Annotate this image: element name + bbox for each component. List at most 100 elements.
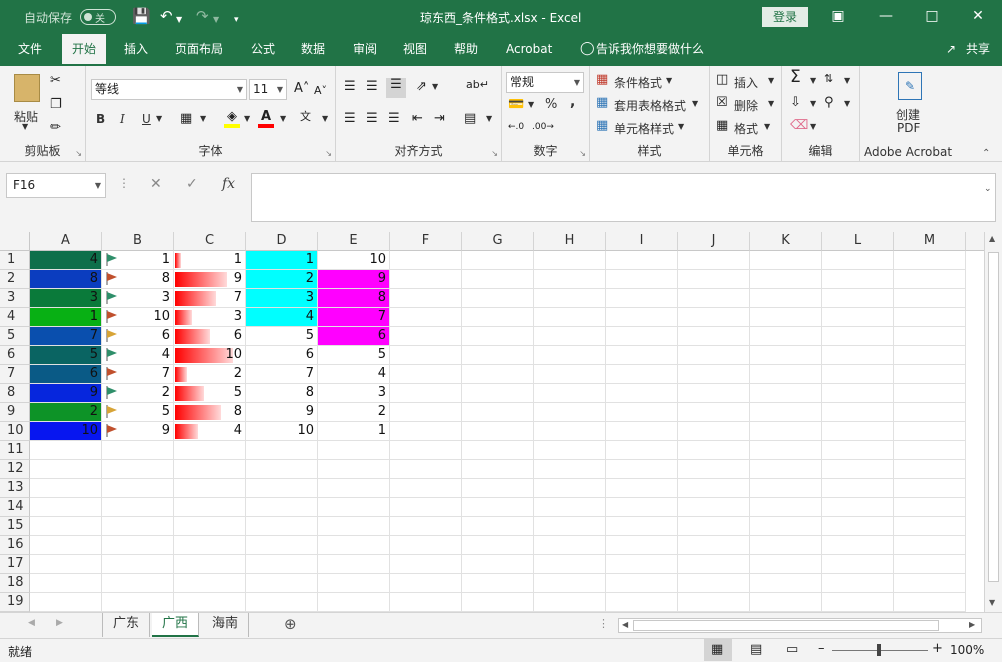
- cell-a12[interactable]: [30, 460, 102, 479]
- cell-a13[interactable]: [30, 479, 102, 498]
- column-header-k[interactable]: K: [750, 232, 822, 251]
- insert-function-icon[interactable]: fx: [222, 176, 235, 192]
- sort-filter-icon[interactable]: ⇅: [824, 72, 833, 86]
- cell-h2[interactable]: [534, 270, 606, 289]
- insert-dropdown-icon[interactable]: ▼: [768, 76, 774, 85]
- scroll-right-icon[interactable]: ▶: [969, 620, 975, 629]
- conditional-format-dropdown-icon[interactable]: ▼: [666, 76, 672, 85]
- cell-i16[interactable]: [606, 536, 678, 555]
- format-button[interactable]: 格式: [734, 120, 758, 137]
- cell-m1[interactable]: [894, 251, 966, 270]
- tab-help[interactable]: 帮助: [444, 34, 488, 66]
- cell-h19[interactable]: [534, 593, 606, 612]
- autosave-toggle[interactable]: 关: [80, 9, 116, 25]
- autosum-dropdown-icon[interactable]: ▼: [810, 76, 816, 85]
- cell-d8[interactable]: 8: [246, 384, 318, 403]
- cell-l8[interactable]: [822, 384, 894, 403]
- row-header-8[interactable]: 8: [0, 384, 30, 403]
- increase-indent-icon[interactable]: ⇥: [434, 112, 445, 126]
- align-right-icon[interactable]: ☰: [388, 112, 400, 126]
- cell-b3[interactable]: 3: [102, 289, 174, 308]
- vertical-scrollbar[interactable]: ▲ ▼: [984, 232, 1002, 612]
- row-header-10[interactable]: 10: [0, 422, 30, 441]
- cell-k1[interactable]: [750, 251, 822, 270]
- cell-i10[interactable]: [606, 422, 678, 441]
- clear-dropdown-icon[interactable]: ▼: [810, 122, 816, 131]
- cell-g5[interactable]: [462, 327, 534, 346]
- cell-g18[interactable]: [462, 574, 534, 593]
- cell-k15[interactable]: [750, 517, 822, 536]
- cell-f6[interactable]: [390, 346, 462, 365]
- cell-f13[interactable]: [390, 479, 462, 498]
- cell-k5[interactable]: [750, 327, 822, 346]
- cell-a2[interactable]: 8: [30, 270, 102, 289]
- format-table-dropdown-icon[interactable]: ▼: [692, 99, 698, 108]
- cell-c8[interactable]: 5: [174, 384, 246, 403]
- cell-i3[interactable]: [606, 289, 678, 308]
- row-header-16[interactable]: 16: [0, 536, 30, 555]
- cell-styles-dropdown-icon[interactable]: ▼: [678, 122, 684, 131]
- cell-e8[interactable]: 3: [318, 384, 390, 403]
- cell-k8[interactable]: [750, 384, 822, 403]
- cell-b5[interactable]: 6: [102, 327, 174, 346]
- cell-k3[interactable]: [750, 289, 822, 308]
- cell-m5[interactable]: [894, 327, 966, 346]
- cell-k9[interactable]: [750, 403, 822, 422]
- tell-me-search[interactable]: 告诉我你想要做什么: [586, 34, 714, 66]
- cell-f15[interactable]: [390, 517, 462, 536]
- align-left-icon[interactable]: ☰: [344, 112, 356, 126]
- row-header-19[interactable]: 19: [0, 593, 30, 612]
- cell-c2[interactable]: 9: [174, 270, 246, 289]
- row-header-12[interactable]: 12: [0, 460, 30, 479]
- redo-dropdown-icon[interactable]: ▼: [213, 12, 219, 28]
- cell-e2[interactable]: 9: [318, 270, 390, 289]
- cell-k14[interactable]: [750, 498, 822, 517]
- cell-g13[interactable]: [462, 479, 534, 498]
- cell-e10[interactable]: 1: [318, 422, 390, 441]
- cell-k16[interactable]: [750, 536, 822, 555]
- tab-data[interactable]: 数据: [291, 34, 335, 66]
- cell-l12[interactable]: [822, 460, 894, 479]
- cell-j19[interactable]: [678, 593, 750, 612]
- cell-i17[interactable]: [606, 555, 678, 574]
- cell-d11[interactable]: [246, 441, 318, 460]
- cell-l19[interactable]: [822, 593, 894, 612]
- align-bottom-icon[interactable]: ☰: [386, 78, 406, 98]
- cell-e11[interactable]: [318, 441, 390, 460]
- cell-c14[interactable]: [174, 498, 246, 517]
- scroll-up-icon[interactable]: ▲: [989, 234, 995, 243]
- cell-e13[interactable]: [318, 479, 390, 498]
- decrease-indent-icon[interactable]: ⇤: [412, 112, 423, 126]
- cell-a17[interactable]: [30, 555, 102, 574]
- zoom-in-icon[interactable]: +: [932, 641, 943, 656]
- cell-l9[interactable]: [822, 403, 894, 422]
- cell-c4[interactable]: 3: [174, 308, 246, 327]
- orientation-icon[interactable]: ⇗: [416, 80, 427, 94]
- undo-icon[interactable]: ↶: [160, 8, 173, 24]
- cell-h11[interactable]: [534, 441, 606, 460]
- cell-b11[interactable]: [102, 441, 174, 460]
- tab-insert[interactable]: 插入: [114, 34, 158, 66]
- align-top-icon[interactable]: ☰: [344, 80, 356, 94]
- cell-h1[interactable]: [534, 251, 606, 270]
- cell-b1[interactable]: 1: [102, 251, 174, 270]
- cell-a18[interactable]: [30, 574, 102, 593]
- column-header-h[interactable]: H: [534, 232, 606, 251]
- cell-a15[interactable]: [30, 517, 102, 536]
- cell-i9[interactable]: [606, 403, 678, 422]
- cell-c7[interactable]: 2: [174, 365, 246, 384]
- cell-j10[interactable]: [678, 422, 750, 441]
- normal-view-button[interactable]: ▦: [704, 639, 732, 661]
- increase-decimal-icon[interactable]: ←.0: [508, 120, 524, 134]
- decrease-decimal-icon[interactable]: .00→: [532, 120, 554, 134]
- cancel-icon[interactable]: ✕: [150, 176, 162, 192]
- cell-d13[interactable]: [246, 479, 318, 498]
- cell-d9[interactable]: 9: [246, 403, 318, 422]
- cell-f7[interactable]: [390, 365, 462, 384]
- cell-j15[interactable]: [678, 517, 750, 536]
- column-header-m[interactable]: M: [894, 232, 966, 251]
- cell-c9[interactable]: 8: [174, 403, 246, 422]
- currency-icon[interactable]: 💳: [508, 98, 524, 112]
- merge-dropdown-icon[interactable]: ▼: [486, 114, 492, 123]
- cell-l1[interactable]: [822, 251, 894, 270]
